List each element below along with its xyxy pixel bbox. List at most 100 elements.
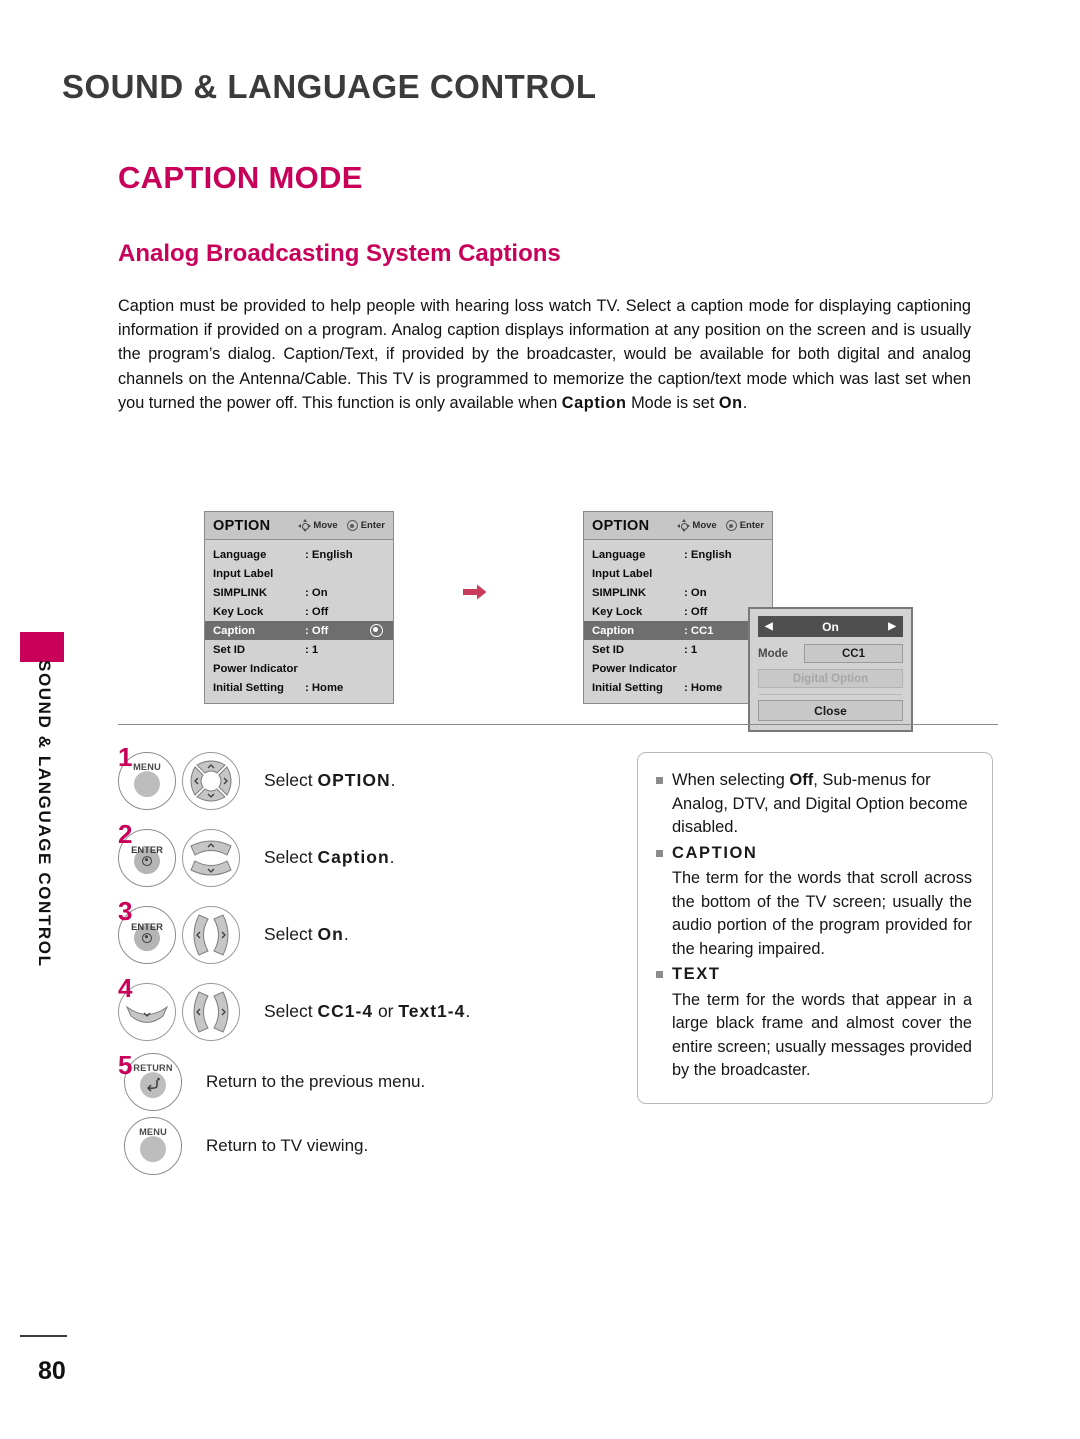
table-row[interactable]: Set ID : 1: [584, 640, 772, 659]
step-instruction: Return to TV viewing.: [206, 1136, 369, 1155]
close-button[interactable]: Close: [758, 700, 903, 721]
bullet-icon: [656, 849, 663, 857]
menu-button[interactable]: MENU: [124, 1117, 182, 1175]
step-instruction: Select OPTION.: [264, 770, 395, 791]
intro-text-part2: Mode is set: [626, 393, 719, 412]
step-instruction: Select On.: [264, 924, 349, 945]
table-row[interactable]: SIMPLINK : On: [205, 583, 393, 602]
chevron-left-icon[interactable]: ◀: [765, 621, 773, 632]
list-item: 2 ENTER Select Caption.: [118, 819, 588, 896]
table-row[interactable]: Initial Setting : Home: [584, 678, 772, 697]
row-label: Caption: [213, 624, 256, 637]
list-item: 3 ENTER Select On.: [118, 896, 588, 973]
dpad-icon: [677, 519, 691, 532]
step-number: 4: [118, 973, 133, 1003]
chevron-right-icon[interactable]: ▶: [888, 621, 896, 632]
osd-header: OPTION Move Enter: [205, 512, 393, 540]
menu-button-knob: [140, 1136, 166, 1163]
step-text-post: .: [343, 924, 349, 944]
note-item-caption: CAPTION: [656, 842, 972, 866]
leftright-navigation-control[interactable]: [182, 982, 240, 1041]
hint-move-label: Move: [692, 520, 717, 531]
step-instruction: Select CC1-4 or Text1-4.: [264, 1001, 470, 1022]
intro-paragraph: Caption must be provided to help people …: [118, 294, 971, 415]
step-text-pre: Select: [264, 847, 318, 867]
intro-bold-on: On: [718, 393, 743, 412]
up-down-arrows-icon: [190, 840, 232, 875]
row-value: : On: [684, 586, 707, 599]
subsection-title: Analog Broadcasting System Captions: [118, 240, 561, 267]
table-row[interactable]: Key Lock : Off: [205, 602, 393, 621]
page-title: CAPTION MODE: [118, 160, 363, 195]
step-number: 3: [118, 896, 133, 926]
chapter-title: SOUND & LANGUAGE CONTROL: [62, 68, 597, 105]
return-button[interactable]: RETURN: [124, 1053, 182, 1111]
table-row[interactable]: Input Label: [584, 564, 772, 583]
hint-enter: Enter: [725, 520, 764, 531]
intro-text-part3: .: [742, 393, 748, 412]
left-right-arrows-icon: [193, 913, 229, 956]
enter-icon: [725, 520, 737, 531]
row-label: Key Lock: [213, 605, 264, 618]
footer-rule: [20, 1335, 67, 1337]
hint-move: Move: [677, 519, 717, 532]
step-text-post: .: [390, 770, 396, 790]
mode-row: Mode CC1: [758, 644, 903, 663]
table-row[interactable]: Input Label: [205, 564, 393, 583]
table-row-selected-caption[interactable]: Caption : Off: [205, 621, 393, 640]
step-text-bold: On: [317, 924, 344, 944]
row-value: : Off: [305, 624, 329, 637]
step-text-bold: CC1-4: [317, 1001, 374, 1021]
step-number: 2: [118, 819, 133, 849]
step-text-bold2: Text1-4: [398, 1001, 466, 1021]
row-label: Power Indicator: [213, 662, 298, 675]
row-label: Set ID: [592, 643, 625, 656]
table-row[interactable]: Key Lock : Off: [584, 602, 772, 621]
mode-value-button[interactable]: CC1: [804, 644, 903, 663]
table-row[interactable]: Language : English: [584, 545, 772, 564]
osd-title: OPTION: [213, 517, 271, 534]
step-text-pre: Select: [264, 770, 318, 790]
note-text-body: The term for the words that appear in a …: [672, 990, 972, 1080]
table-row[interactable]: Language : English: [205, 545, 393, 564]
enter-icon: [346, 520, 358, 531]
table-row[interactable]: Power Indicator: [205, 659, 393, 678]
note-item-off: When selecting Off, Sub-menus for Analog…: [656, 769, 972, 840]
step-instruction: Return to the previous menu.: [206, 1072, 426, 1091]
caption-onoff-value: On: [822, 619, 839, 634]
step-text-pre: Select: [264, 1001, 318, 1021]
step-instruction: Select Caption.: [264, 847, 395, 868]
table-row[interactable]: SIMPLINK : On: [584, 583, 772, 602]
return-arrow-icon: [146, 1077, 160, 1092]
steps-list: 1 MENU Select OPTION. 2 ENTER Select Cap…: [118, 742, 588, 1178]
hint-move: Move: [298, 519, 338, 532]
row-label: Set ID: [213, 643, 246, 656]
table-row[interactable]: Power Indicator: [584, 659, 772, 678]
flow-arrow-icon: [463, 584, 487, 600]
step-text-post: .: [389, 847, 395, 867]
updown-navigation-control[interactable]: [182, 828, 240, 887]
osd-option-menu-before: OPTION Move Enter Language : English Inp…: [204, 511, 394, 704]
section-divider: [118, 724, 998, 725]
row-label: Input Label: [213, 567, 274, 580]
enter-dot-icon: [142, 855, 152, 866]
table-row[interactable]: Initial Setting : Home: [205, 678, 393, 697]
row-label: Initial Setting: [213, 681, 284, 694]
leftright-navigation-control[interactable]: [182, 905, 240, 964]
enter-dot-icon: [142, 932, 152, 943]
osd-hints: Move Enter: [677, 519, 764, 532]
dpad-navigation-control[interactable]: [182, 751, 240, 810]
osd-title: OPTION: [592, 517, 650, 534]
dpad-icon: [190, 760, 232, 801]
osd-option-menu-after: OPTION Move Enter Language : English Inp…: [583, 511, 773, 704]
row-label: SIMPLINK: [592, 586, 646, 599]
step-text-bold: Caption: [317, 847, 390, 867]
caption-onoff-selector[interactable]: ◀ On ▶: [758, 616, 903, 637]
row-label: Key Lock: [592, 605, 643, 618]
table-row[interactable]: Set ID : 1: [205, 640, 393, 659]
table-row-selected-caption[interactable]: Caption : CC1: [584, 621, 772, 640]
page-number: 80: [38, 1357, 66, 1385]
step-number: 1: [118, 742, 133, 772]
intro-bold-caption: Caption: [561, 393, 627, 412]
list-item: 5 RETURN Return to the previous menu.: [118, 1050, 588, 1114]
